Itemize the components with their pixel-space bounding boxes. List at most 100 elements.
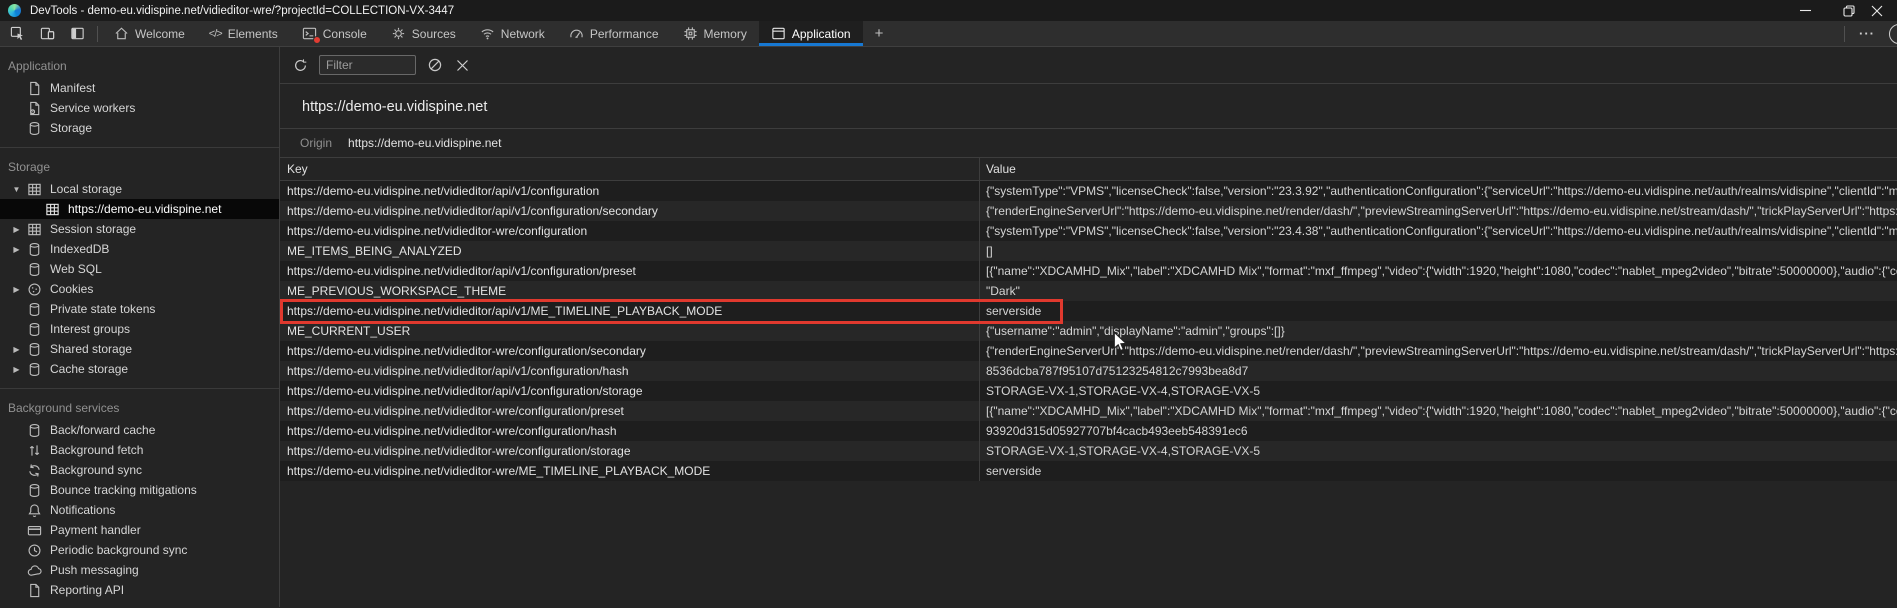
sidebar-item-cache-storage[interactable]: ▶ Cache storage [0, 359, 279, 379]
device-emulation-icon[interactable] [40, 26, 55, 41]
sidebar-item-cookies[interactable]: ▶ Cookies [0, 279, 279, 299]
storage-key-cell[interactable]: https://demo-eu.vidispine.net/vidieditor… [280, 301, 980, 321]
sidebar-item-label: Payment handler [50, 523, 141, 537]
storage-value-cell[interactable]: [] [980, 241, 1897, 261]
storage-value-cell[interactable]: STORAGE-VX-1,STORAGE-VX-4,STORAGE-VX-5 [980, 381, 1897, 401]
table-row[interactable]: https://demo-eu.vidispine.net/vidieditor… [280, 201, 1897, 221]
table-row[interactable]: https://demo-eu.vidispine.net/vidieditor… [280, 221, 1897, 241]
storage-value-cell[interactable]: {"renderEngineServerUrl":"https://demo-e… [980, 201, 1897, 221]
table-row[interactable]: https://demo-eu.vidispine.net/vidieditor… [280, 461, 1897, 481]
sidebar-item-reporting-api[interactable]: Reporting API [0, 580, 279, 600]
clear-all-icon[interactable] [427, 57, 443, 73]
table-row[interactable]: https://demo-eu.vidispine.net/vidieditor… [280, 441, 1897, 461]
storage-value-cell[interactable]: {"systemType":"VPMS","licenseCheck":fals… [980, 221, 1897, 241]
storage-key-cell[interactable]: https://demo-eu.vidispine.net/vidieditor… [280, 461, 980, 481]
sidebar-item-interest-groups[interactable]: Interest groups [0, 319, 279, 339]
table-row[interactable]: https://demo-eu.vidispine.net/vidieditor… [280, 381, 1897, 401]
tab-network[interactable]: Network [468, 21, 557, 46]
more-options-icon[interactable]: ··· [1845, 26, 1889, 41]
tab-performance[interactable]: Performance [557, 21, 671, 46]
storage-value-cell[interactable]: [{"name":"XDCAMHD_Mix","label":"XDCAMHD … [980, 261, 1897, 281]
chevron-down-icon[interactable]: ▼ [11, 185, 22, 194]
table-row[interactable]: ME_CURRENT_USER {"username":"admin","dis… [280, 321, 1897, 341]
inspect-icon[interactable] [10, 26, 25, 41]
storage-value-cell[interactable]: 93920d315d05927707bf4cacb493eeb548391ec6 [980, 421, 1897, 441]
table-row[interactable]: https://demo-eu.vidispine.net/vidieditor… [280, 301, 1897, 321]
storage-value-cell[interactable]: "Dark" [980, 281, 1897, 301]
chevron-right-icon[interactable]: ▶ [11, 345, 22, 354]
storage-value-cell[interactable]: 8536dcba787f95107d75123254812c7993bea8d7 [980, 361, 1897, 381]
table-row[interactable]: https://demo-eu.vidispine.net/vidieditor… [280, 261, 1897, 281]
tab-memory[interactable]: Memory [671, 21, 759, 46]
sidebar-item-notifications[interactable]: Notifications [0, 500, 279, 520]
sidebar-item-periodic-background-sync[interactable]: Periodic background sync [0, 540, 279, 560]
storage-value-cell[interactable]: {"systemType":"VPMS","licenseCheck":fals… [980, 181, 1897, 201]
sidebar-item-shared-storage[interactable]: ▶ Shared storage [0, 339, 279, 359]
home-icon [114, 26, 129, 41]
table-row[interactable]: https://demo-eu.vidispine.net/vidieditor… [280, 341, 1897, 361]
sidebar-item-background-sync[interactable]: Background sync [0, 460, 279, 480]
storage-key-cell[interactable]: https://demo-eu.vidispine.net/vidieditor… [280, 361, 980, 381]
partial-circle-icon[interactable] [1889, 24, 1897, 44]
sidebar-item-https-demo-eu-vidispine-net[interactable]: https://demo-eu.vidispine.net [0, 199, 279, 219]
sidebar-item-push-messaging[interactable]: Push messaging [0, 560, 279, 580]
minimize-button[interactable] [1783, 0, 1827, 21]
storage-key-cell[interactable]: ME_ITEMS_BEING_ANALYZED [280, 241, 980, 261]
chevron-right-icon[interactable]: ▶ [11, 225, 22, 234]
refresh-icon[interactable] [293, 58, 308, 73]
tab-elements[interactable]: </> Elements [197, 21, 290, 46]
table-row[interactable]: ME_ITEMS_BEING_ANALYZED [] [280, 241, 1897, 261]
sidebar-item-background-fetch[interactable]: Background fetch [0, 440, 279, 460]
storage-key-cell[interactable]: https://demo-eu.vidispine.net/vidieditor… [280, 421, 980, 441]
restore-button[interactable] [1827, 0, 1871, 21]
sidebar-item-session-storage[interactable]: ▶ Session storage [0, 219, 279, 239]
sidebar-item-local-storage[interactable]: ▼ Local storage [0, 179, 279, 199]
table-row[interactable]: https://demo-eu.vidispine.net/vidieditor… [280, 421, 1897, 441]
sidebar-item-bounce-tracking-mitigations[interactable]: Bounce tracking mitigations [0, 480, 279, 500]
storage-key-cell[interactable]: ME_CURRENT_USER [280, 321, 980, 341]
storage-value-cell[interactable]: {"renderEngineServerUrl":"https://demo-e… [980, 341, 1897, 361]
storage-key-cell[interactable]: https://demo-eu.vidispine.net/vidieditor… [280, 261, 980, 281]
storage-value-cell[interactable]: serverside [980, 461, 1897, 481]
key-column-header[interactable]: Key [280, 158, 980, 180]
storage-key-cell[interactable]: https://demo-eu.vidispine.net/vidieditor… [280, 401, 980, 421]
tab-welcome[interactable]: Welcome [102, 21, 197, 46]
storage-key-cell[interactable]: https://demo-eu.vidispine.net/vidieditor… [280, 341, 980, 361]
table-row[interactable]: https://demo-eu.vidispine.net/vidieditor… [280, 401, 1897, 421]
sidebar-item-storage[interactable]: Storage [0, 118, 279, 138]
storage-key-cell[interactable]: https://demo-eu.vidispine.net/vidieditor… [280, 181, 980, 201]
sidebar-item-back-forward-cache[interactable]: Back/forward cache [0, 420, 279, 440]
chevron-right-icon[interactable]: ▶ [11, 285, 22, 294]
storage-value-cell[interactable]: [{"name":"XDCAMHD_Mix","label":"XDCAMHD … [980, 401, 1897, 421]
sidebar-item-payment-handler[interactable]: Payment handler [0, 520, 279, 540]
tab-console[interactable]: Console [290, 21, 379, 46]
storage-key-cell[interactable]: https://demo-eu.vidispine.net/vidieditor… [280, 221, 980, 241]
sidebar-item-service-workers[interactable]: Service workers [0, 98, 279, 118]
storage-value-cell[interactable]: STORAGE-VX-1,STORAGE-VX-4,STORAGE-VX-5 [980, 441, 1897, 461]
storage-value-cell[interactable]: {"username":"admin","displayName":"admin… [980, 321, 1897, 341]
storage-items-table: Key Value https://demo-eu.vidispine.net/… [280, 158, 1897, 607]
tab-sources[interactable]: Sources [379, 21, 468, 46]
tab-application[interactable]: Application [759, 21, 863, 46]
sidebar-item-private-state-tokens[interactable]: Private state tokens [0, 299, 279, 319]
sidebar-item-indexeddb[interactable]: ▶ IndexedDB [0, 239, 279, 259]
sidebar-item-manifest[interactable]: Manifest [0, 78, 279, 98]
chevron-right-icon[interactable]: ▶ [11, 245, 22, 254]
chevron-right-icon[interactable]: ▶ [11, 365, 22, 374]
sidebar-item-web-sql[interactable]: Web SQL [0, 259, 279, 279]
storage-value-cell[interactable]: serverside [980, 301, 1897, 321]
focus-panel-icon[interactable] [70, 26, 85, 41]
delete-selected-icon[interactable] [456, 59, 469, 72]
storage-key-cell[interactable]: https://demo-eu.vidispine.net/vidieditor… [280, 381, 980, 401]
filter-input[interactable] [319, 55, 416, 75]
close-button[interactable] [1871, 0, 1897, 21]
table-row[interactable]: https://demo-eu.vidispine.net/vidieditor… [280, 181, 1897, 201]
value-column-header[interactable]: Value [980, 158, 1897, 180]
storage-key-cell[interactable]: https://demo-eu.vidispine.net/vidieditor… [280, 441, 980, 461]
table-row[interactable]: https://demo-eu.vidispine.net/vidieditor… [280, 361, 1897, 381]
storage-key-cell[interactable]: ME_PREVIOUS_WORKSPACE_THEME [280, 281, 980, 301]
more-tabs-button[interactable]: + [863, 21, 896, 46]
table-row[interactable]: ME_PREVIOUS_WORKSPACE_THEME "Dark" [280, 281, 1897, 301]
storage-key-cell[interactable]: https://demo-eu.vidispine.net/vidieditor… [280, 201, 980, 221]
application-sidebar: Application Manifest Service workers Sto… [0, 47, 280, 607]
